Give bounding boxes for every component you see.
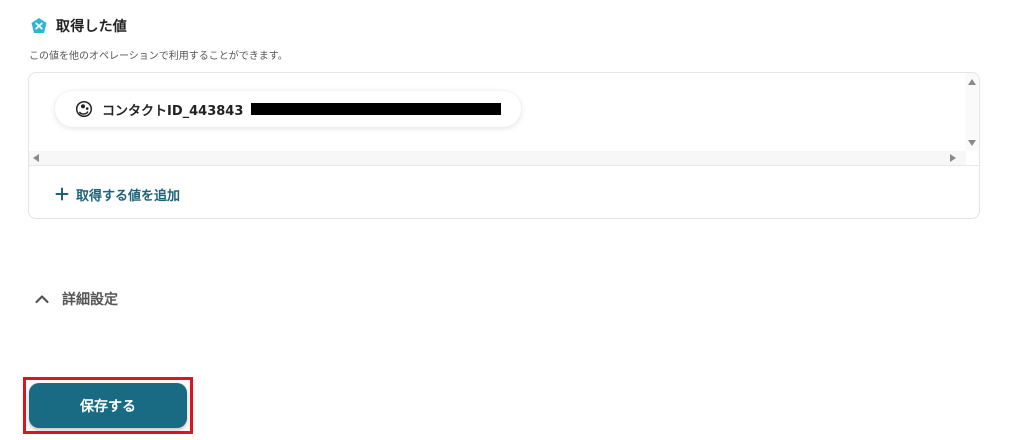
- scroll-down-arrow-icon[interactable]: [968, 140, 976, 146]
- chevron-up-icon: [35, 295, 49, 304]
- scroll-left-arrow-icon[interactable]: [33, 154, 39, 162]
- vertical-scrollbar[interactable]: [965, 73, 979, 151]
- scroll-up-arrow-icon[interactable]: [968, 79, 976, 85]
- scroll-right-arrow-icon[interactable]: [950, 154, 956, 162]
- add-value-button[interactable]: 取得する値を追加: [55, 183, 180, 205]
- save-button[interactable]: 保存する: [29, 383, 187, 428]
- add-value-label: 取得する値を追加: [76, 188, 181, 204]
- advanced-settings-toggle[interactable]: 詳細設定: [34, 289, 118, 309]
- section-header: 取得した値: [30, 16, 127, 36]
- values-list: コンタクトID_443843: [29, 73, 966, 151]
- divider: [29, 165, 979, 166]
- value-chip[interactable]: コンタクトID_443843: [55, 91, 521, 127]
- horizontal-scrollbar[interactable]: [29, 151, 966, 165]
- value-chip-label: コンタクトID_443843: [102, 103, 244, 119]
- redaction-bar: [251, 103, 502, 115]
- advanced-settings-label: 詳細設定: [62, 292, 118, 308]
- mailchimp-icon: [75, 100, 93, 118]
- acquired-values-panel: コンタクトID_443843 取得する値を追加: [28, 72, 980, 219]
- section-title: 取得した値: [56, 19, 127, 35]
- plus-icon: [55, 187, 69, 201]
- section-description: この値を他のオペレーションで利用することができます。: [29, 51, 288, 62]
- yoom-logo-icon: [31, 18, 47, 33]
